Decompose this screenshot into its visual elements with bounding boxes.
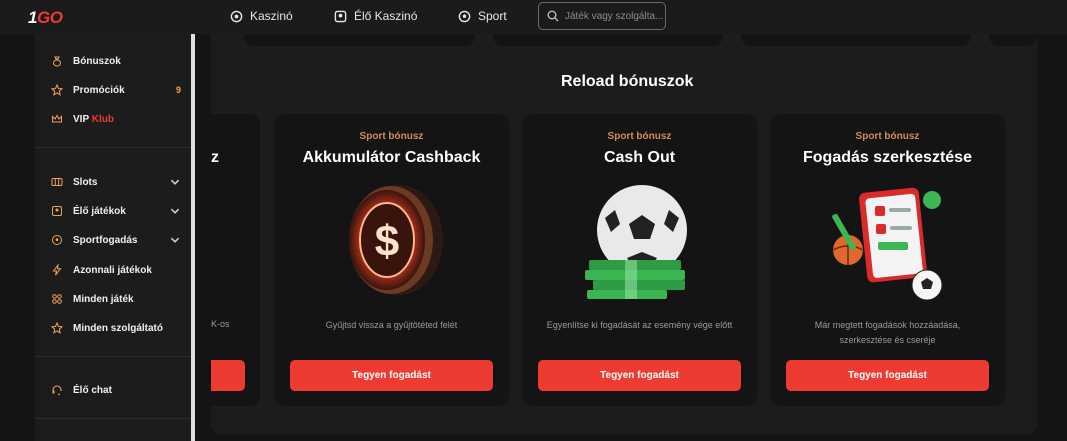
- sidebar-scrollbar[interactable]: [191, 34, 195, 441]
- sidebar-divider: [35, 418, 191, 419]
- card-kicker: Sport bónusz: [607, 131, 672, 142]
- section-title: Reload bónuszok: [561, 73, 694, 90]
- nav-live-casino-label: Élő Kaszinó: [354, 9, 418, 23]
- nav-casino-label: Kaszinó: [250, 9, 293, 23]
- nav-casino[interactable]: Kaszinó: [230, 9, 293, 23]
- headset-icon: [52, 385, 62, 395]
- chevron-down-icon[interactable]: [169, 176, 181, 188]
- top-header: 1GO Kaszinó Élő Kaszinó Sport Játék vagy…: [0, 0, 1067, 34]
- card-title: Cash Out: [603, 149, 676, 166]
- place-bet-button[interactable]: Tegyen fogadást: [786, 360, 989, 391]
- card-kicker: Sport bónusz: [855, 131, 920, 142]
- nav-sport-label: Sport: [478, 9, 507, 23]
- card-description: Egyenlítse ki fogadását az esemény vége …: [546, 320, 733, 330]
- bonus-card-partial[interactable]: z K-os: [211, 114, 260, 406]
- partial-card-desc: K-os: [211, 319, 230, 329]
- top-card-edge: [244, 34, 475, 46]
- search-placeholder: Játék vagy szolgálta...: [565, 10, 664, 22]
- nav-live-casino[interactable]: Élő Kaszinó: [334, 9, 417, 23]
- sidebar: Bónuszok Promóciók 9 VIP Klub Slots Élő …: [35, 34, 191, 441]
- soccer-ball-icon: [458, 10, 471, 22]
- bonus-card-accumulator-cashback[interactable]: Sport bónusz Akkumulátor Cashback $ Gyűj…: [274, 114, 509, 406]
- casino-chip-icon: [230, 10, 243, 22]
- sidebar-divider: [35, 356, 191, 357]
- card-title: Fogadás szerkesztése: [803, 149, 972, 166]
- slots-icon: [51, 178, 63, 186]
- sidebar-item-all-games[interactable]: Minden játék: [51, 291, 185, 307]
- sidebar-item-promotions[interactable]: Promóciók 9: [51, 82, 185, 98]
- sidebar-item-sports-betting[interactable]: Sportfogadás: [51, 232, 185, 248]
- sidebar-divider: [35, 147, 191, 148]
- partial-card-title: z: [211, 149, 219, 166]
- card-description: Gyűjtsd vissza a gyűjtötéted felét: [325, 320, 458, 330]
- card-title: Akkumulátor Cashback: [302, 149, 481, 166]
- sidebar-item-bonuses[interactable]: Bónuszok: [51, 53, 185, 69]
- bonus-bag-icon: [53, 56, 61, 67]
- promotions-count-badge: 9: [175, 85, 181, 95]
- bonus-card-edit-bet[interactable]: Sport bónusz Fogadás szerkesztése Már me…: [770, 114, 1005, 406]
- soccer-ball-money-icon: [584, 185, 687, 299]
- sports-ball-icon: [52, 235, 62, 245]
- partial-card-button[interactable]: [211, 360, 245, 391]
- lightning-icon: [52, 264, 62, 276]
- top-card-edge: [989, 34, 1037, 46]
- live-games-icon: [52, 206, 62, 216]
- card-kicker: Sport bónusz: [359, 131, 424, 142]
- bet-slip-edit-icon: [831, 187, 942, 301]
- sidebar-item-slots[interactable]: Slots: [51, 174, 185, 190]
- sidebar-item-instant-games[interactable]: Azonnali játékok: [51, 262, 185, 278]
- card-description: Már megtett fogadások hozzáadása, szerke…: [814, 320, 961, 345]
- sidebar-item-all-providers[interactable]: Minden szolgáltató: [51, 320, 185, 336]
- all-games-icon: [52, 294, 62, 304]
- place-bet-button[interactable]: Tegyen fogadást: [290, 360, 493, 391]
- bonus-card-cash-out[interactable]: Sport bónusz Cash Out Egyenlítse ki foga…: [522, 114, 757, 406]
- top-card-edge: [741, 34, 971, 46]
- search-icon: [547, 10, 559, 22]
- chevron-down-icon[interactable]: [169, 205, 181, 217]
- top-card-edge: [493, 34, 723, 46]
- sidebar-item-vip[interactable]: VIP Klub: [51, 111, 185, 127]
- crown-icon: [52, 114, 62, 123]
- sidebar-item-live-chat[interactable]: Élő chat: [51, 382, 185, 398]
- providers-star-icon: [51, 322, 63, 334]
- logo[interactable]: 1GO: [28, 8, 63, 28]
- vip-club-label: Klub: [91, 113, 114, 125]
- live-casino-icon: [334, 10, 347, 22]
- star-icon: [51, 84, 63, 96]
- place-bet-button[interactable]: Tegyen fogadást: [538, 360, 741, 391]
- dollar-coin-icon: $: [348, 185, 443, 295]
- sidebar-item-live-games[interactable]: Élő játékok: [51, 203, 185, 219]
- nav-sport[interactable]: Sport: [458, 9, 507, 23]
- search-input[interactable]: Játék vagy szolgálta...: [538, 2, 666, 30]
- svg-text:$: $: [374, 217, 398, 266]
- chevron-down-icon[interactable]: [169, 234, 181, 246]
